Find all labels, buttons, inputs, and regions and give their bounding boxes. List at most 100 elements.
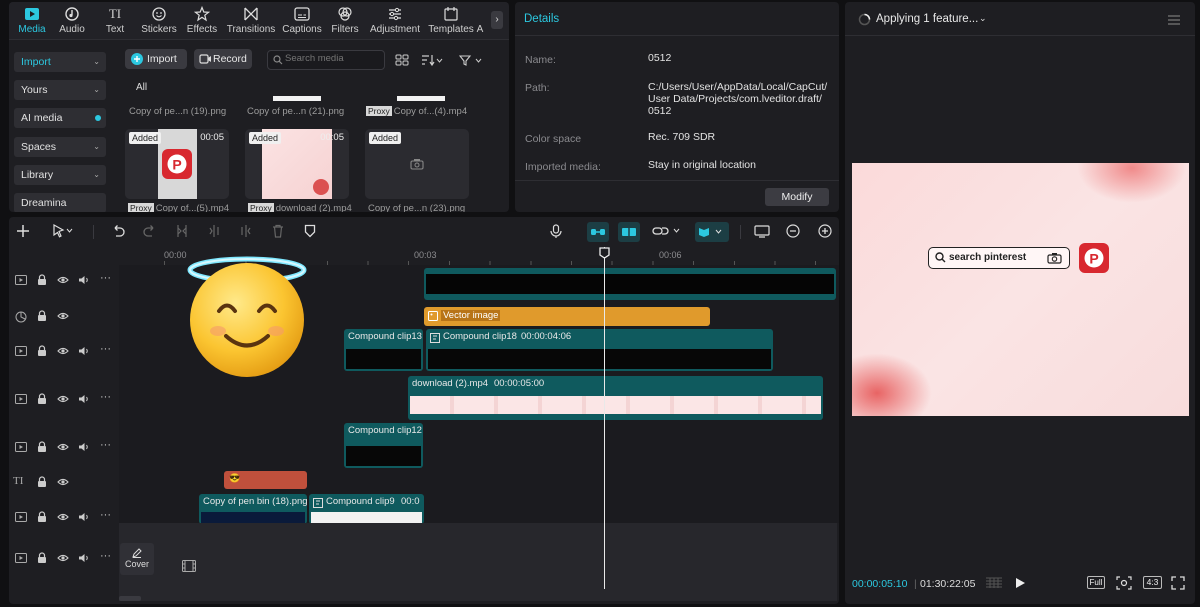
tab-transitions[interactable]: Transitions bbox=[225, 6, 277, 38]
more-options-icon[interactable]: ··· bbox=[100, 550, 111, 562]
filter-icon[interactable] bbox=[459, 54, 483, 66]
media-item[interactable]: Added 00:05 bbox=[245, 129, 349, 199]
tab-ai[interactable]: A bbox=[475, 6, 485, 38]
lock-icon[interactable] bbox=[37, 310, 47, 322]
eye-icon[interactable] bbox=[57, 512, 69, 522]
eye-icon[interactable] bbox=[57, 553, 69, 563]
compound-clip[interactable]: Compound clip18 00:00:04:06 bbox=[426, 329, 773, 371]
tab-captions[interactable]: Captions bbox=[279, 6, 325, 38]
delete-icon[interactable] bbox=[271, 224, 285, 238]
search-input[interactable] bbox=[285, 53, 381, 64]
media-item[interactable]: Added bbox=[365, 129, 469, 199]
sidebar-item-library[interactable]: Library ⌄ bbox=[14, 165, 106, 185]
zoom-in-icon[interactable] bbox=[818, 224, 832, 238]
lock-icon[interactable] bbox=[37, 345, 47, 357]
aspect-ratio-button[interactable]: 4:3 bbox=[1143, 576, 1162, 589]
lock-icon[interactable] bbox=[37, 552, 47, 564]
import-button[interactable]: Import bbox=[125, 49, 187, 69]
speaker-icon[interactable] bbox=[78, 442, 90, 452]
tab-templates[interactable]: Templates bbox=[426, 6, 476, 38]
compound-clip[interactable]: Compound clip9 00:0 bbox=[309, 494, 424, 523]
speaker-icon[interactable] bbox=[78, 553, 90, 563]
video-preview[interactable]: search pinterest P bbox=[852, 163, 1189, 416]
video-clip[interactable]: download (2).mp4 00:00:05:00 bbox=[408, 376, 823, 420]
auto-snap-toggle[interactable] bbox=[587, 222, 609, 242]
video-clip[interactable] bbox=[424, 268, 836, 300]
speaker-icon[interactable] bbox=[78, 346, 90, 356]
image-clip[interactable]: Copy of pen bin (18).png bbox=[199, 494, 307, 523]
more-options-icon[interactable]: ··· bbox=[100, 391, 111, 403]
tab-filters[interactable]: Filters bbox=[322, 6, 368, 38]
horizontal-scrollbar[interactable] bbox=[119, 596, 141, 601]
compound-clip[interactable]: Compound clip13 bbox=[344, 329, 423, 371]
grid-view-icon[interactable] bbox=[395, 54, 409, 66]
split-icon[interactable] bbox=[175, 224, 189, 238]
chevron-down-icon[interactable]: ⌄ bbox=[979, 13, 987, 24]
sidebar-item-ai-media[interactable]: AI media bbox=[14, 108, 106, 128]
fullscreen-icon[interactable] bbox=[1171, 576, 1185, 590]
lock-icon[interactable] bbox=[37, 274, 47, 286]
player-title[interactable]: Applying 1 feature... bbox=[876, 13, 978, 25]
tab-text[interactable]: TI Text bbox=[92, 6, 138, 38]
split-right-icon[interactable] bbox=[239, 224, 253, 238]
zoom-out-icon[interactable] bbox=[786, 224, 800, 238]
play-icon[interactable] bbox=[1014, 577, 1026, 589]
more-options-icon[interactable]: ··· bbox=[100, 343, 111, 355]
speaker-icon[interactable] bbox=[78, 394, 90, 404]
menu-icon[interactable] bbox=[1168, 15, 1180, 25]
tabs-more-button[interactable]: › bbox=[491, 11, 503, 29]
main-track[interactable] bbox=[119, 523, 837, 601]
sort-icon[interactable] bbox=[421, 54, 443, 66]
full-quality-button[interactable]: Full bbox=[1087, 576, 1105, 589]
timeline-grid-icon[interactable] bbox=[985, 577, 1003, 589]
undo-icon[interactable] bbox=[111, 224, 125, 238]
lock-icon[interactable] bbox=[37, 511, 47, 523]
sidebar-item-spaces[interactable]: Spaces ⌄ bbox=[14, 137, 106, 157]
tab-audio[interactable]: Audio bbox=[49, 6, 95, 38]
sidebar-item-import[interactable]: Import ⌄ bbox=[14, 52, 106, 72]
halo-emoji-sticker[interactable] bbox=[186, 255, 308, 380]
more-options-icon[interactable]: ··· bbox=[100, 272, 111, 284]
fit-screen-icon[interactable] bbox=[1116, 576, 1132, 590]
more-options-icon[interactable]: ··· bbox=[100, 510, 111, 521]
select-tool-icon[interactable] bbox=[52, 224, 74, 238]
screen-capture-icon[interactable] bbox=[754, 224, 770, 238]
playhead[interactable] bbox=[604, 247, 605, 589]
lock-icon[interactable] bbox=[37, 441, 47, 453]
more-options-icon[interactable]: ··· bbox=[100, 439, 111, 451]
sidebar-item-yours[interactable]: Yours ⌄ bbox=[14, 80, 106, 100]
media-thumbnail[interactable] bbox=[397, 96, 445, 101]
modify-button[interactable]: Modify bbox=[765, 188, 829, 206]
link-icon[interactable] bbox=[652, 225, 682, 237]
eye-icon[interactable] bbox=[57, 275, 69, 285]
split-left-icon[interactable] bbox=[207, 224, 221, 238]
eye-icon[interactable] bbox=[57, 311, 69, 321]
tab-stickers[interactable]: Stickers bbox=[136, 6, 182, 38]
speaker-icon[interactable] bbox=[78, 512, 90, 522]
lock-icon[interactable] bbox=[37, 476, 47, 488]
cover-button[interactable]: Cover bbox=[120, 543, 154, 575]
media-thumbnail[interactable] bbox=[273, 96, 321, 101]
redo-icon[interactable] bbox=[143, 224, 157, 238]
vector-image-clip[interactable]: Vector image bbox=[424, 307, 710, 326]
eye-icon[interactable] bbox=[57, 477, 69, 487]
tab-adjustment[interactable]: Adjustment bbox=[369, 6, 421, 38]
text-clip[interactable]: 😎 bbox=[224, 471, 307, 489]
playhead-handle[interactable] bbox=[599, 247, 610, 259]
speaker-icon[interactable] bbox=[78, 275, 90, 285]
eye-icon[interactable] bbox=[57, 346, 69, 356]
preview-axis-toggle[interactable] bbox=[695, 222, 729, 242]
record-button[interactable]: Record bbox=[194, 49, 252, 69]
microphone-icon[interactable] bbox=[549, 224, 563, 239]
tab-effects[interactable]: Effects bbox=[179, 6, 225, 38]
search-media[interactable] bbox=[267, 50, 385, 70]
media-item[interactable]: P Added 00:05 bbox=[125, 129, 229, 199]
eye-icon[interactable] bbox=[57, 442, 69, 452]
eye-icon[interactable] bbox=[57, 394, 69, 404]
add-track-icon[interactable] bbox=[16, 224, 30, 238]
marker-icon[interactable] bbox=[303, 224, 317, 238]
linkage-toggle[interactable] bbox=[618, 222, 640, 242]
compound-clip[interactable]: Compound clip12 bbox=[344, 423, 423, 468]
lock-icon[interactable] bbox=[37, 393, 47, 405]
sidebar-item-dreamina[interactable]: Dreamina bbox=[14, 193, 106, 212]
